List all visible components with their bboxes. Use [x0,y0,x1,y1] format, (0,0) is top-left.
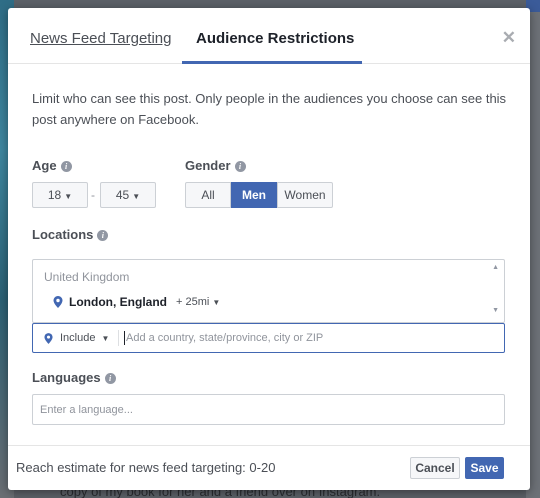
languages-label-group: Languages i [32,370,116,385]
locations-label-group: Locations i [32,227,109,242]
info-icon[interactable]: i [97,230,109,241]
info-icon[interactable]: i [104,373,116,384]
audience-restrictions-dialog: News Feed Targeting Audience Restriction… [8,8,530,490]
scroll-up-icon[interactable]: ▲ [492,264,499,271]
info-icon[interactable]: i [60,161,72,172]
dialog-footer: Reach estimate for news feed targeting: … [8,445,530,490]
restrictions-description: Limit who can see this post. Only people… [32,91,507,127]
location-city: London, England [69,295,167,309]
gender-label-group: Gender i [185,158,246,173]
save-button[interactable]: Save [465,457,504,479]
age-label-group: Age i [32,158,72,173]
text-cursor [124,331,125,345]
active-tab-indicator [182,61,362,64]
language-input[interactable] [33,395,504,424]
caret-down-icon: ▼ [64,192,73,201]
age-separator: - [91,188,95,202]
age-label: Age [32,158,57,173]
tab-news-feed-targeting[interactable]: News Feed Targeting [30,30,171,47]
scroll-down-icon[interactable]: ▼ [492,307,499,314]
include-dropdown[interactable]: Include ▼ [60,332,109,344]
location-pin-icon [44,333,53,344]
age-min-select[interactable]: 18 ▼ [32,182,88,208]
include-label: Include [60,332,96,344]
age-min-value: 18 [47,188,62,202]
close-icon[interactable]: ✕ [502,28,516,48]
reach-estimate: Reach estimate for news feed targeting: … [16,460,276,475]
cancel-button[interactable]: Cancel [410,457,460,479]
languages-label: Languages [32,370,101,385]
language-field [32,394,505,425]
age-max-select[interactable]: 45 ▼ [100,182,156,208]
gender-all-button[interactable]: All [185,182,231,208]
age-max-value: 45 [115,188,130,202]
gender-women-button[interactable]: Women [277,182,333,208]
gender-men-button[interactable]: Men [231,182,277,208]
info-icon[interactable]: i [234,161,246,172]
locations-label: Locations [32,227,94,242]
caret-down-icon: ▼ [212,298,221,307]
tab-audience-restrictions[interactable]: Audience Restrictions [196,30,354,47]
location-pin-icon [53,296,63,308]
location-country: United Kingdom [44,270,130,284]
location-search-row: Include ▼ [32,323,505,353]
tab-bar: News Feed Targeting Audience Restriction… [8,8,530,64]
location-search-input[interactable] [126,325,496,351]
location-radius-dropdown[interactable]: + 25mi ▼ [176,296,220,308]
divider [118,330,119,346]
gender-label: Gender [185,158,231,173]
caret-down-icon: ▼ [101,334,110,343]
location-radius-value: + 25mi [176,296,210,308]
caret-down-icon: ▼ [132,192,141,201]
locations-list[interactable]: United Kingdom London, England + 25mi ▼ ▲… [32,259,505,323]
